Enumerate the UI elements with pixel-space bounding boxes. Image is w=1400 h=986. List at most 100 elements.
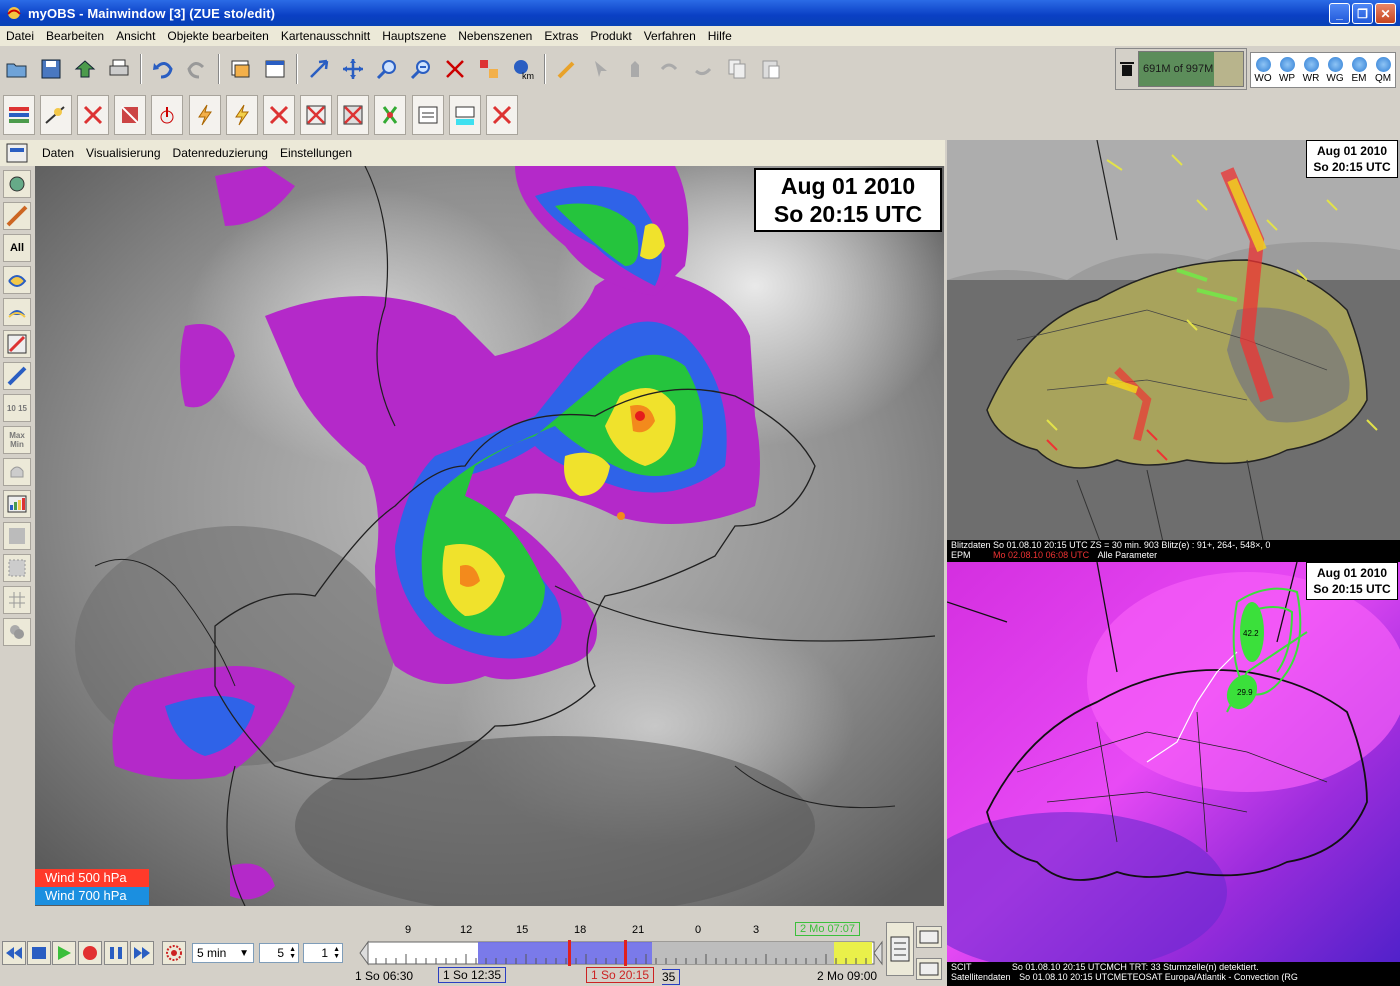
product-cells-button[interactable] [337, 95, 370, 135]
sidebar-ruler-button[interactable] [3, 202, 31, 230]
step-select[interactable]: 5 min ▼ [192, 943, 254, 963]
main-radar-map[interactable]: Aug 01 2010 So 20:15 UTC Wind 500 hPa Wi… [35, 166, 944, 906]
menu-verfahren[interactable]: Verfahren [638, 29, 702, 43]
sidebar-contour-button[interactable] [3, 266, 31, 294]
product-scit-button[interactable] [411, 95, 444, 135]
submenu-visualisierung[interactable]: Visualisierung [80, 146, 167, 160]
redo-button[interactable] [182, 53, 212, 85]
sidebar-brush-button[interactable] [3, 362, 31, 390]
product-track-button[interactable] [374, 95, 407, 135]
record-button[interactable] [78, 941, 102, 965]
settings-button[interactable] [162, 941, 186, 965]
zoom-in-button[interactable] [372, 53, 402, 85]
grid-colored-icon [7, 334, 27, 354]
menu-kartenausschnitt[interactable]: Kartenausschnitt [275, 29, 376, 43]
pointer-button[interactable] [586, 53, 616, 85]
spinner-2[interactable]: 1 ▲ ▼ [303, 943, 343, 963]
stop-button[interactable] [27, 941, 51, 965]
product-cross-button[interactable] [262, 95, 295, 135]
back-button[interactable] [654, 53, 684, 85]
km-button[interactable]: km [508, 53, 538, 85]
forward-button[interactable] [688, 53, 718, 85]
lightning-map-canvas[interactable] [947, 140, 1400, 562]
pan-button[interactable] [338, 53, 368, 85]
close-button[interactable]: ✕ [1375, 3, 1396, 24]
submenu-datenreduzierung[interactable]: Datenreduzierung [167, 146, 274, 160]
scene-sync-button[interactable] [886, 922, 914, 976]
product-sat-button[interactable] [114, 95, 147, 135]
open-button[interactable] [2, 53, 32, 85]
station-wo[interactable]: WO [1251, 53, 1275, 87]
sidebar-numbers-button[interactable]: 10 15 [3, 394, 31, 422]
product-front-button[interactable] [39, 95, 72, 135]
menu-bar: Datei Bearbeiten Ansicht Objekte bearbei… [0, 26, 1400, 46]
menu-bearbeiten[interactable]: Bearbeiten [40, 29, 110, 43]
sidebar-bell-button[interactable] [3, 458, 31, 486]
timeline-track[interactable] [356, 940, 886, 966]
station-qm[interactable]: QM [1371, 53, 1395, 87]
sidebar-isoline-button[interactable] [3, 298, 31, 326]
scene-button-bottom[interactable] [916, 958, 942, 980]
spinner-1[interactable]: 5 ▲ ▼ [259, 943, 299, 963]
station-em[interactable]: EM [1347, 53, 1371, 87]
submenu-einstellungen[interactable]: Einstellungen [274, 146, 358, 160]
menu-hilfe[interactable]: Hilfe [702, 29, 738, 43]
product-disabled-button[interactable] [486, 95, 519, 135]
menu-nebenszenen[interactable]: Nebenszenen [452, 29, 538, 43]
window-button[interactable] [260, 53, 290, 85]
save-button[interactable] [36, 53, 66, 85]
sidebar-camera-button[interactable] [3, 170, 31, 198]
paste-button[interactable] [756, 53, 786, 85]
station-wp[interactable]: WP [1275, 53, 1299, 87]
menu-ansicht[interactable]: Ansicht [110, 29, 161, 43]
sidebar-grid-button[interactable] [3, 330, 31, 358]
lightning-map-pane[interactable]: Aug 01 2010 So 20:15 UTC Blitzdaten So 0… [947, 140, 1400, 562]
product-scit2-button[interactable] [448, 95, 481, 135]
copy-button[interactable] [722, 53, 752, 85]
product-temp-button[interactable] [151, 95, 184, 135]
sidebar-dots-button[interactable] [3, 554, 31, 582]
satellite-map-canvas[interactable]: 42.2 29.9 [947, 562, 1400, 986]
undo-button[interactable] [148, 53, 178, 85]
zoom-out-button[interactable] [406, 53, 436, 85]
hand-button[interactable] [620, 53, 650, 85]
product-lightning-button[interactable] [188, 95, 221, 135]
product-lightning2-button[interactable] [225, 95, 258, 135]
layer-button[interactable] [226, 53, 256, 85]
minimize-button[interactable]: _ [1329, 3, 1350, 24]
satellite-map-pane[interactable]: 42.2 29.9 Aug 01 2010 So 20:15 UTC SCIT … [947, 562, 1400, 986]
measure-button[interactable] [474, 53, 504, 85]
export-button[interactable] [70, 53, 100, 85]
station-wr[interactable]: WR [1299, 53, 1323, 87]
print-button[interactable] [104, 53, 134, 85]
scene-button-top[interactable] [916, 926, 942, 948]
trash-icon[interactable] [1120, 61, 1134, 77]
play-button[interactable] [52, 941, 76, 965]
sidebar-circles-button[interactable] [3, 618, 31, 646]
sidebar-maxmin-button[interactable]: Max Min [3, 426, 31, 454]
product-wind-button[interactable] [76, 95, 109, 135]
prev-button[interactable] [2, 941, 26, 965]
radar-map-canvas[interactable] [35, 166, 944, 906]
restore-button[interactable]: ❐ [1352, 3, 1373, 24]
menu-produkt[interactable]: Produkt [584, 29, 637, 43]
sidebar-palette-button[interactable] [3, 490, 31, 518]
next-button[interactable] [130, 941, 154, 965]
product-grid-button[interactable] [300, 95, 333, 135]
select-button[interactable] [304, 53, 334, 85]
menu-datei[interactable]: Datei [0, 29, 40, 43]
menu-extras[interactable]: Extras [538, 29, 584, 43]
menu-objekte-bearbeiten[interactable]: Objekte bearbeiten [161, 29, 274, 43]
cell-label-1: 42.2 [1243, 629, 1259, 638]
edit-button[interactable] [552, 53, 582, 85]
sidebar-mesh-button[interactable] [3, 586, 31, 614]
product-radar-button[interactable] [2, 95, 35, 135]
menu-hauptszene[interactable]: Hauptszene [376, 29, 452, 43]
sidebar-all-button[interactable]: All [3, 234, 31, 262]
submenu-daten[interactable]: Daten [36, 146, 80, 160]
sidebar-grid-gray-button[interactable] [3, 522, 31, 550]
pause-button[interactable] [104, 941, 128, 965]
station-wg[interactable]: WG [1323, 53, 1347, 87]
zoom-in-icon [376, 60, 396, 80]
crop-button[interactable] [440, 53, 470, 85]
